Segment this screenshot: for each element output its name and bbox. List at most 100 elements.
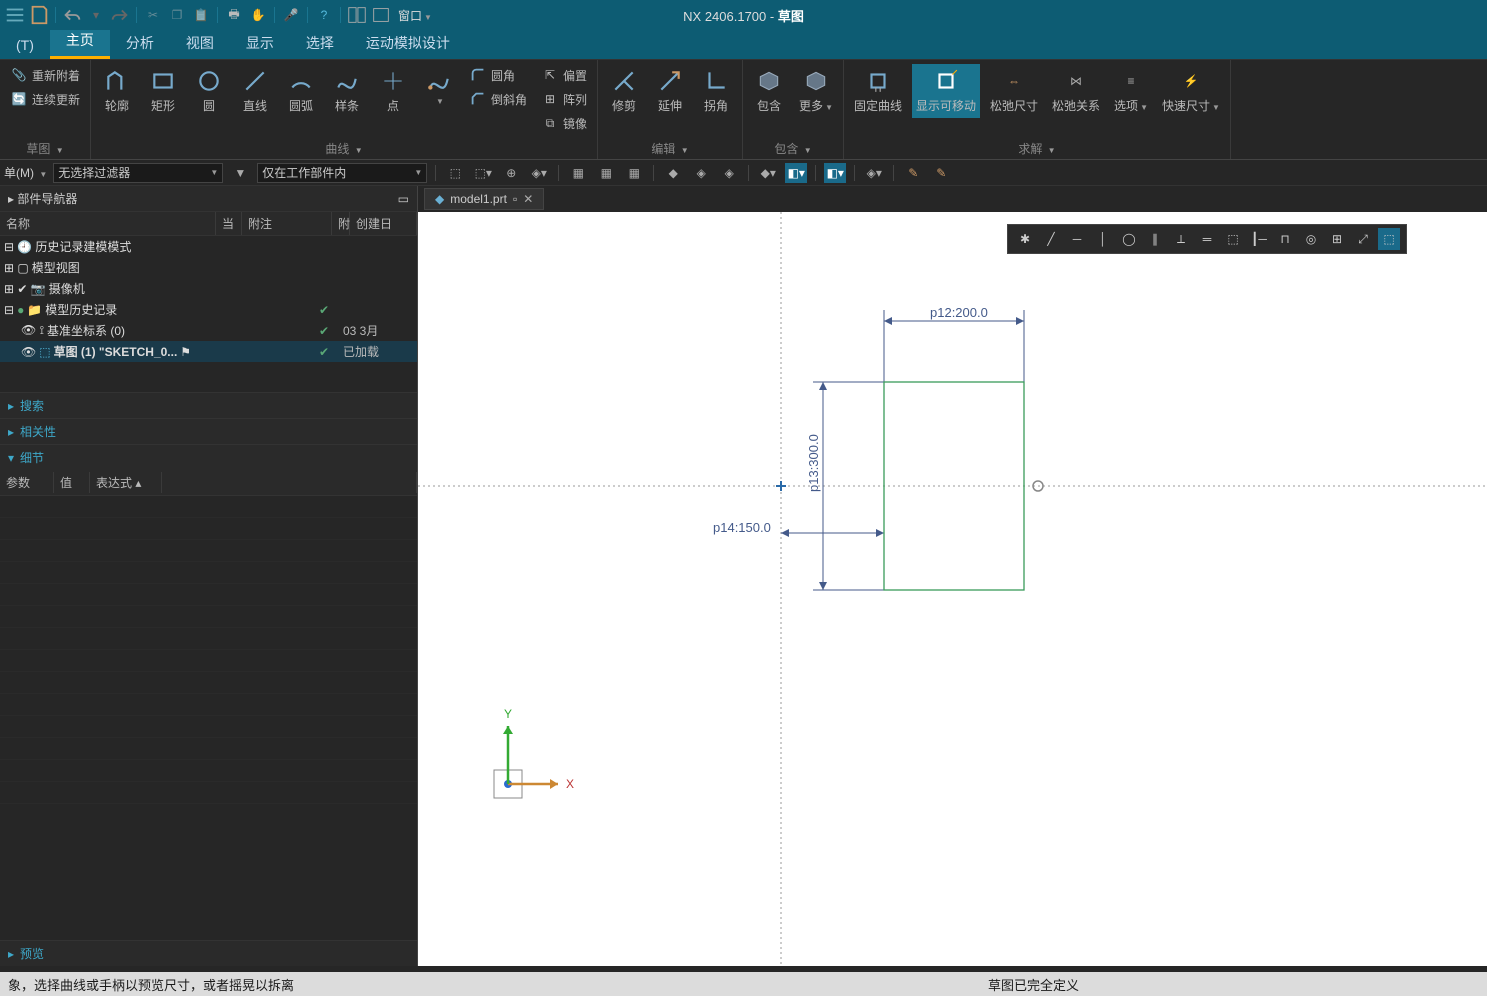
trim-button[interactable]: 修剪 [604, 64, 644, 118]
include-button[interactable]: 包含 [749, 64, 789, 118]
menu-dropdown[interactable]: 单(M) ▼ [4, 164, 47, 181]
sel-icon[interactable]: ◆ [662, 163, 684, 183]
tab-view[interactable]: 视图 [170, 27, 230, 59]
measure-icon[interactable]: ✎ [930, 163, 952, 183]
fillet-button[interactable]: 圆角 [465, 64, 531, 86]
model-tree[interactable]: ⊟ 🕘 历史记录建模模式 ⊞ ▢ 模型视图 ⊞ ✔ 📷 摄像机 ⊟ ● 📁 模型… [0, 236, 417, 362]
more-button[interactable]: 更多▼ [795, 64, 837, 118]
tab-select[interactable]: 选择 [290, 27, 350, 59]
tab-display[interactable]: 显示 [230, 27, 290, 59]
tree-columns: 名称 当 附注 附 创建日 [0, 212, 417, 236]
file-tab[interactable]: (T) [0, 31, 50, 59]
selection-scope-combo[interactable]: 仅在工作部件内▼ [257, 163, 427, 183]
sel-icon[interactable]: ◧▾ [824, 163, 846, 183]
window-icon[interactable] [370, 4, 392, 26]
sel-icon[interactable]: ◧▾ [785, 163, 807, 183]
layout-icon[interactable] [346, 4, 368, 26]
sel-icon[interactable]: ▦ [567, 163, 589, 183]
mic-icon[interactable]: 🎤 [280, 4, 302, 26]
sel-icon[interactable]: ◆▾ [757, 163, 779, 183]
copy-icon[interactable]: ❐ [166, 4, 188, 26]
document-tabs: ◆ model1.prt ▫ ✕ [418, 186, 1487, 212]
window-menu[interactable]: 窗口▼ [398, 7, 432, 24]
array-button[interactable]: ⊞阵列 [537, 88, 591, 110]
section-detail[interactable]: ▾ 细节 [0, 444, 417, 470]
sel-icon[interactable]: ◈ [690, 163, 712, 183]
panel-menu-icon[interactable]: ▭ [398, 192, 409, 206]
detail-columns: 参数 值 表达式 ▴ [0, 470, 417, 496]
part-navigator-panel: ▸ 部件导航器 ▭ 名称 当 附注 附 创建日 ⊟ 🕘 历史记录建模模式 ⊞ ▢… [0, 186, 418, 966]
fix-curve-button[interactable]: 固定曲线 [850, 64, 906, 118]
corner-button[interactable]: 拐角 [696, 64, 736, 118]
print-icon[interactable]: 🖶 [223, 4, 245, 26]
sel-icon[interactable]: ⬚▾ [472, 163, 494, 183]
redo-icon[interactable] [109, 4, 131, 26]
relax-dim-button[interactable]: ⇔松弛尺寸 [986, 64, 1042, 118]
tab-motion[interactable]: 运动模拟设计 [350, 27, 466, 59]
tree-row-history-mode[interactable]: ⊟ 🕘 历史记录建模模式 [0, 236, 417, 257]
dim-p14[interactable]: p14:150.0 [713, 520, 771, 535]
section-search[interactable]: ▸ 搜索 [0, 392, 417, 418]
rapid-dim-button[interactable]: ⚡快速尺寸▼ [1158, 64, 1224, 118]
tree-row-model-history[interactable]: ⊟ ● 📁 模型历史记录✔ [0, 299, 417, 320]
group-title: 编辑 ▼ [604, 138, 736, 159]
tree-row-model-view[interactable]: ⊞ ▢ 模型视图 [0, 257, 417, 278]
dim-p13[interactable]: p13:300.0 [806, 434, 821, 492]
reattach-button[interactable]: 📎重新附着 [6, 64, 84, 86]
profile-button[interactable]: 轮廓 [97, 64, 137, 118]
part-icon: ◆ [435, 192, 444, 206]
relax-rel-button[interactable]: ⋈松弛关系 [1048, 64, 1104, 118]
ribbon-group-sketch: 📎重新附着 🔄连续更新 草图 ▼ [0, 60, 91, 159]
cut-icon[interactable]: ✂ [142, 4, 164, 26]
spline-button[interactable]: 样条 [327, 64, 367, 118]
save-icon[interactable] [28, 4, 50, 26]
measure-icon[interactable]: ✎ [902, 163, 924, 183]
main-tabs: (T) 主页 分析 视图 显示 选择 运动模拟设计 [0, 30, 1487, 60]
arc-button[interactable]: 圆弧 [281, 64, 321, 118]
touch-icon[interactable]: ✋ [247, 4, 269, 26]
modified-icon: ▫ [513, 192, 517, 206]
section-related[interactable]: ▸ 相关性 [0, 418, 417, 444]
title-bar: ▾ ✂ ❐ 📋 🖶 ✋ 🎤 ? 窗口▼ NX 2406.1700 - 草图 [0, 0, 1487, 30]
sel-icon[interactable]: ◈ [718, 163, 740, 183]
studio-spline-button[interactable]: ▼ [419, 64, 459, 110]
graphics-canvas[interactable]: ✱ ╱ ─ │ ◯ ∥ ⟂ ═ ⬚ ┃─ ⊓ ◎ ⊞ ⤢ ⬚ [418, 212, 1487, 966]
offset-button[interactable]: ⇱偏置 [537, 64, 591, 86]
options-button[interactable]: ≡选项▼ [1110, 64, 1152, 118]
sel-icon[interactable]: ▦ [595, 163, 617, 183]
selection-bar: 单(M) ▼ 无选择过滤器▼ ▼ 仅在工作部件内▼ ⬚ ⬚▾ ⊕ ◈▾ ▦ ▦ … [0, 160, 1487, 186]
section-preview[interactable]: ▸ 预览 [0, 940, 417, 966]
sel-icon[interactable]: ▦ [623, 163, 645, 183]
mirror-button[interactable]: ⧉镜像 [537, 112, 591, 134]
undo-icon[interactable] [61, 4, 83, 26]
circle-button[interactable]: 圆 [189, 64, 229, 118]
line-button[interactable]: 直线 [235, 64, 275, 118]
status-bar: 象，选择曲线或手柄以预览尺寸，或者摇晃以拆离 草图已完全定义 [0, 972, 1487, 996]
sel-icon[interactable]: ⊕ [500, 163, 522, 183]
nx-menu-icon[interactable] [4, 4, 26, 26]
continuous-update-button[interactable]: 🔄连续更新 [6, 88, 84, 110]
selection-filter-combo[interactable]: 无选择过滤器▼ [53, 163, 223, 183]
sel-icon[interactable]: ⬚ [444, 163, 466, 183]
status-sketch-state: 草图已完全定义 [988, 975, 1079, 994]
extend-button[interactable]: 延伸 [650, 64, 690, 118]
app-title: NX 2406.1700 - 草图 [683, 6, 804, 25]
show-movable-button[interactable]: 显示可移动 [912, 64, 980, 118]
help-icon[interactable]: ? [313, 4, 335, 26]
tab-analysis[interactable]: 分析 [110, 27, 170, 59]
point-button[interactable]: 点 [373, 64, 413, 118]
tree-row-camera[interactable]: ⊞ ✔ 📷 摄像机 [0, 278, 417, 299]
ribbon: 📎重新附着 🔄连续更新 草图 ▼ 轮廓 矩形 圆 直线 圆弧 样条 点 ▼ 圆角… [0, 60, 1487, 160]
tree-row-sketch[interactable]: 👁 ⬚ 草图 (1) "SKETCH_0... ⚑✔已加载 [0, 341, 417, 362]
group-title: 求解 ▼ [850, 138, 1224, 159]
chamfer-button[interactable]: 倒斜角 [465, 88, 531, 110]
filter-icon[interactable]: ▼ [229, 163, 251, 183]
sel-icon[interactable]: ◈▾ [528, 163, 550, 183]
tree-row-datum[interactable]: 👁 ⟟ 基准坐标系 (0)✔03 3月 [0, 320, 417, 341]
document-tab[interactable]: ◆ model1.prt ▫ ✕ [424, 188, 544, 210]
sel-icon[interactable]: ◈▾ [863, 163, 885, 183]
close-tab-icon[interactable]: ✕ [523, 192, 533, 206]
dim-p12[interactable]: p12:200.0 [930, 305, 988, 320]
rectangle-button[interactable]: 矩形 [143, 64, 183, 118]
paste-icon[interactable]: 📋 [190, 4, 212, 26]
